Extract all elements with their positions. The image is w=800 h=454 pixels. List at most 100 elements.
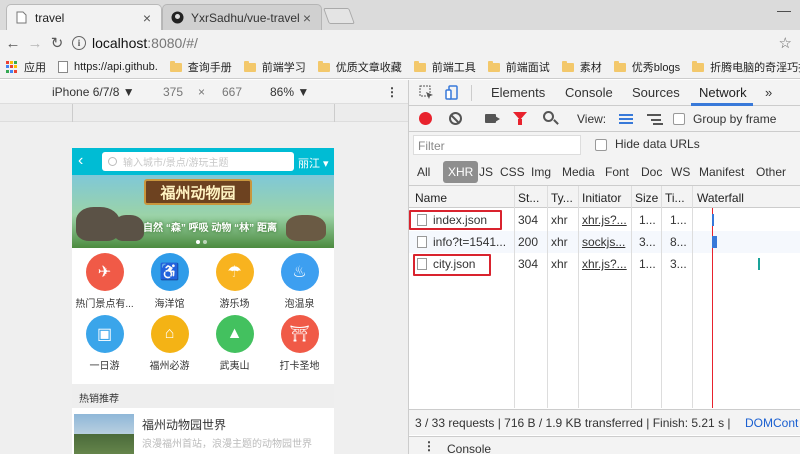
type-filter-xhr[interactable]: XHR xyxy=(443,161,479,183)
more-options-icon[interactable]: ⋮ xyxy=(386,85,398,99)
resource-type-filters: All XHR JS CSS Img Media Font Doc WS Man… xyxy=(409,158,800,186)
device-toggle-icon[interactable] xyxy=(445,85,460,100)
banner-swiper[interactable]: 福州动物园 自然 “森” 呼吸 动物 “林” 距离 xyxy=(72,175,334,248)
request-size: 1... xyxy=(639,257,656,271)
bookmark-apps[interactable]: 应用 xyxy=(0,59,52,75)
clear-icon[interactable] xyxy=(449,112,462,125)
bookmark-item[interactable]: 前端学习 xyxy=(238,59,312,75)
search-icon[interactable] xyxy=(543,111,554,122)
request-status: 304 xyxy=(518,213,539,227)
address-bar[interactable]: i localhost:8080/#/ ☆ xyxy=(72,32,792,54)
col-status[interactable]: St... xyxy=(518,191,544,205)
minimize-icon[interactable]: — xyxy=(768,2,800,28)
bookmark-label: 前端面试 xyxy=(505,62,550,74)
recommend-item[interactable]: 福州动物园世界 浪漫福州首站，浪漫主题的动物园世界 xyxy=(72,410,334,454)
table-header: Name St... Ty... Initiator Size Ti... Wa… xyxy=(409,186,800,208)
tab-elements[interactable]: Elements xyxy=(491,85,545,100)
bookmark-item[interactable]: 优质文章收藏 xyxy=(312,59,408,75)
filter-icon[interactable] xyxy=(513,112,527,125)
device-select[interactable]: iPhone 6/7/8 ▼ xyxy=(52,85,135,99)
new-tab-button[interactable] xyxy=(323,8,355,24)
column-divider xyxy=(631,186,632,408)
city-selector[interactable]: 丽江 ▾ xyxy=(298,155,329,171)
bookmark-item[interactable]: 折腾电脑的奇淫巧技 xyxy=(686,59,800,75)
bookmark-star-icon[interactable]: ☆ xyxy=(779,34,792,52)
record-icon[interactable] xyxy=(419,112,432,125)
type-filter-doc[interactable]: Doc xyxy=(641,165,662,179)
type-filter-css[interactable]: CSS xyxy=(500,165,525,179)
col-type[interactable]: Ty... xyxy=(551,191,576,205)
col-size[interactable]: Size xyxy=(635,191,659,205)
category-item[interactable]: ▲ 武夷山 xyxy=(202,315,267,372)
type-filter-manifest[interactable]: Manifest xyxy=(699,165,744,179)
category-item[interactable]: ☂ 游乐场 xyxy=(202,253,267,310)
app-search-input[interactable]: 输入城市/景点/游玩主题 xyxy=(102,152,294,171)
device-width[interactable]: 375 xyxy=(163,85,183,99)
type-filter-all[interactable]: All xyxy=(417,165,430,179)
request-initiator[interactable]: sockjs... xyxy=(582,235,630,249)
zoom-select[interactable]: 86% ▼ xyxy=(270,85,309,99)
bookmark-item[interactable]: 素材 xyxy=(556,59,608,75)
device-height[interactable]: 667 xyxy=(222,85,242,99)
drawer-menu-icon[interactable]: ⋮ xyxy=(423,439,435,453)
bookmark-item[interactable]: 查询手册 xyxy=(164,59,238,75)
folder-icon xyxy=(169,60,182,72)
category-item[interactable]: ▣ 一日游 xyxy=(72,315,137,372)
col-name[interactable]: Name xyxy=(415,191,511,205)
filter-input[interactable]: Filter xyxy=(413,135,581,155)
category-item[interactable]: ♿ 海洋馆 xyxy=(137,253,202,310)
network-summary-bar: 3 / 33 requests | 716 B / 1.9 KB transfe… xyxy=(409,409,800,435)
category-item[interactable]: ⛩ 打卡圣地 xyxy=(267,315,332,372)
banner-slogan: 自然 “森” 呼吸 动物 “林” 距离 xyxy=(143,223,277,234)
tab-sources[interactable]: Sources xyxy=(632,85,680,100)
browser-tab-github[interactable]: YxrSadhu/vue-travel at × xyxy=(162,4,322,30)
col-waterfall[interactable]: Waterfall xyxy=(697,191,793,205)
group-by-frame-checkbox[interactable] xyxy=(673,113,685,125)
info-icon[interactable]: i xyxy=(72,36,86,50)
bookmark-item[interactable]: 优秀blogs xyxy=(608,59,686,75)
back-arrow-icon[interactable]: ← xyxy=(2,32,24,54)
close-tab-icon[interactable]: × xyxy=(301,10,313,26)
col-time[interactable]: Ti... xyxy=(665,191,687,205)
category-label: 打卡圣地 xyxy=(279,361,320,372)
capture-screenshots-icon[interactable] xyxy=(485,114,500,123)
close-tab-icon[interactable]: × xyxy=(141,10,153,26)
large-rows-icon[interactable] xyxy=(619,114,633,124)
table-row[interactable]: info?t=1541... 200 xhr sockjs... 3... 8.… xyxy=(409,231,800,253)
reload-icon[interactable]: ↻ xyxy=(46,32,68,54)
type-filter-other[interactable]: Other xyxy=(756,165,786,179)
media-query-ruler xyxy=(0,104,408,122)
category-item[interactable]: ♨ 泡温泉 xyxy=(267,253,332,310)
request-initiator[interactable]: xhr.js?... xyxy=(582,213,630,227)
tab-network[interactable]: Network xyxy=(699,85,747,100)
hide-data-urls-checkbox[interactable] xyxy=(595,139,607,151)
bookmark-item[interactable]: 前端面试 xyxy=(482,59,556,75)
browser-tab-travel[interactable]: travel × xyxy=(6,4,162,30)
inspect-element-icon[interactable] xyxy=(419,85,434,100)
type-filter-js[interactable]: JS xyxy=(479,165,493,179)
tab-strip: travel × YxrSadhu/vue-travel at × — xyxy=(0,0,800,30)
tab-console[interactable]: Console xyxy=(565,85,613,100)
bookmark-item[interactable]: https://api.github. xyxy=(52,61,164,73)
more-tabs-icon[interactable]: » xyxy=(765,85,772,100)
bookmark-item[interactable]: 前端工具 xyxy=(408,59,482,75)
folder-icon xyxy=(692,60,705,72)
request-initiator[interactable]: xhr.js?... xyxy=(582,257,630,271)
device-toolbar: iPhone 6/7/8 ▼ 375 × 667 86% ▼ ⋮ xyxy=(0,80,408,104)
aquarium-icon: ♿ xyxy=(150,253,189,291)
type-filter-media[interactable]: Media xyxy=(562,165,595,179)
forward-arrow-icon[interactable]: → xyxy=(24,32,46,54)
category-item[interactable]: ✈ 热门景点有... xyxy=(72,253,137,310)
drawer-tab-console[interactable]: Console xyxy=(447,442,491,454)
file-icon xyxy=(417,236,427,248)
section-title: 热销推荐 xyxy=(72,384,334,408)
type-filter-font[interactable]: Font xyxy=(605,165,629,179)
col-initiator[interactable]: Initiator xyxy=(582,191,630,205)
type-filter-img[interactable]: Img xyxy=(531,165,551,179)
type-filter-ws[interactable]: WS xyxy=(671,165,690,179)
category-item[interactable]: ⌂ 福州必游 xyxy=(137,315,202,372)
overview-icon[interactable] xyxy=(647,114,661,124)
folder-icon xyxy=(613,60,626,72)
back-icon[interactable]: ‹ xyxy=(78,152,83,170)
annotation-box-city-json xyxy=(413,254,491,276)
